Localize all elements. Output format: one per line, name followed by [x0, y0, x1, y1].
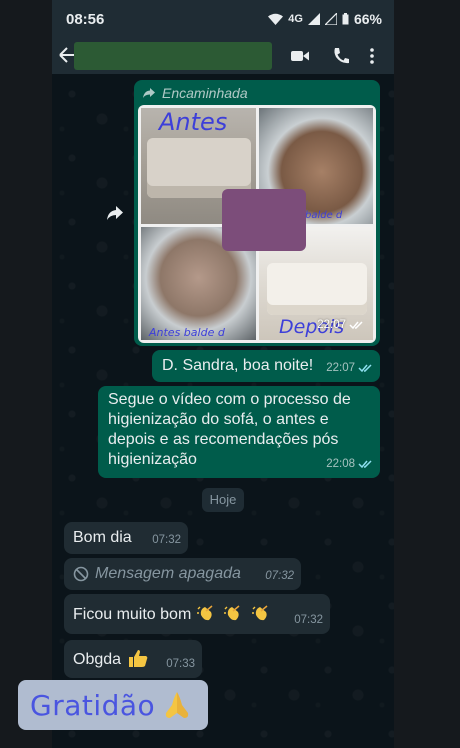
status-time: 08:56 — [66, 11, 105, 28]
forwarded-image-message[interactable]: Encaminhada Antes balde d Antes balde d … — [134, 80, 380, 346]
message-ficou-bom[interactable]: Ficou muito bom 07:32 — [64, 594, 330, 634]
forwarded-label: Encaminhada — [142, 84, 376, 102]
message-text: Obgda — [73, 651, 122, 668]
read-ticks-icon — [349, 321, 363, 330]
thumbs-up-icon — [128, 650, 147, 667]
video-call-icon[interactable] — [290, 46, 310, 66]
clapping-hands-icon — [196, 605, 213, 621]
message-meta: 07:33 — [166, 654, 195, 674]
signal-2-icon — [324, 13, 337, 25]
message-meta: 07:32 — [294, 610, 323, 630]
clapping-hands-icon — [251, 605, 268, 621]
battery-level: 66% — [353, 11, 382, 27]
more-options-icon[interactable] — [368, 46, 376, 66]
network-type: 4G — [288, 13, 303, 25]
clapping-hands-icon — [224, 605, 240, 621]
message-time: 22:08 — [326, 458, 355, 470]
redaction-block — [222, 189, 306, 251]
day-separator: Hoje — [202, 488, 244, 512]
photo-label-antes-balde: Antes balde d — [149, 326, 225, 339]
phone-call-icon[interactable] — [332, 46, 350, 66]
sofa-clean-shape — [267, 263, 367, 315]
signal-icon — [307, 13, 320, 25]
message-time: 22:07 — [326, 362, 355, 374]
wifi-icon — [268, 13, 284, 25]
gratidao-sticker: Gratidão — [18, 680, 208, 730]
message-video-info[interactable]: Segue o vídeo com o processo de higieniz… — [98, 386, 380, 478]
deleted-prohibited-icon — [73, 566, 89, 582]
forwarded-arrow-icon — [143, 88, 155, 98]
battery-icon — [342, 13, 349, 25]
message-text: D. Sandra, boa noite! — [162, 357, 314, 374]
message-time: 07:32 — [152, 534, 181, 546]
message-time: 07:33 — [166, 658, 195, 670]
message-deleted[interactable]: Mensagem apagada 07:32 — [64, 558, 301, 590]
forwarded-text: Encaminhada — [162, 85, 248, 101]
message-time: 07:32 — [265, 570, 294, 582]
message-bom-dia[interactable]: Bom dia 07:32 — [64, 522, 188, 554]
photo-label-antes: Antes — [159, 108, 228, 136]
message-time: 22:07 — [317, 319, 346, 331]
message-meta: 07:32 — [265, 566, 294, 586]
message-obgda[interactable]: Obgda 07:33 — [64, 640, 202, 678]
message-greeting[interactable]: D. Sandra, boa noite! 22:07 — [152, 350, 380, 382]
chat-header — [52, 38, 394, 74]
message-meta: 22:07 — [326, 358, 373, 378]
message-text: Segue o vídeo com o processo de higieniz… — [108, 391, 351, 468]
status-bar: 08:56 4G 66% — [52, 0, 394, 38]
phone-screen: 08:56 4G 66% Encaminhada Antes balde d A… — [52, 0, 394, 748]
photo-collage[interactable]: Antes balde d Antes balde d Depois 22:07 — [138, 105, 376, 343]
message-meta: 07:32 — [152, 530, 181, 550]
sticker-text: Gratidão — [30, 688, 156, 722]
folded-hands-icon — [166, 692, 189, 718]
image-meta: 22:07 — [317, 315, 364, 335]
status-indicators: 4G 66% — [268, 11, 382, 27]
photo-label-balde: balde d — [305, 210, 343, 221]
read-ticks-icon — [358, 460, 372, 469]
message-text: Bom dia — [73, 529, 132, 546]
message-text: Ficou muito bom — [73, 606, 192, 623]
message-meta: 22:08 — [326, 454, 373, 474]
message-time: 07:32 — [294, 614, 323, 626]
forward-share-icon[interactable] — [106, 205, 124, 221]
read-ticks-icon — [358, 364, 372, 373]
message-text: Mensagem apagada — [95, 565, 241, 582]
contact-name-redacted[interactable] — [74, 42, 272, 70]
